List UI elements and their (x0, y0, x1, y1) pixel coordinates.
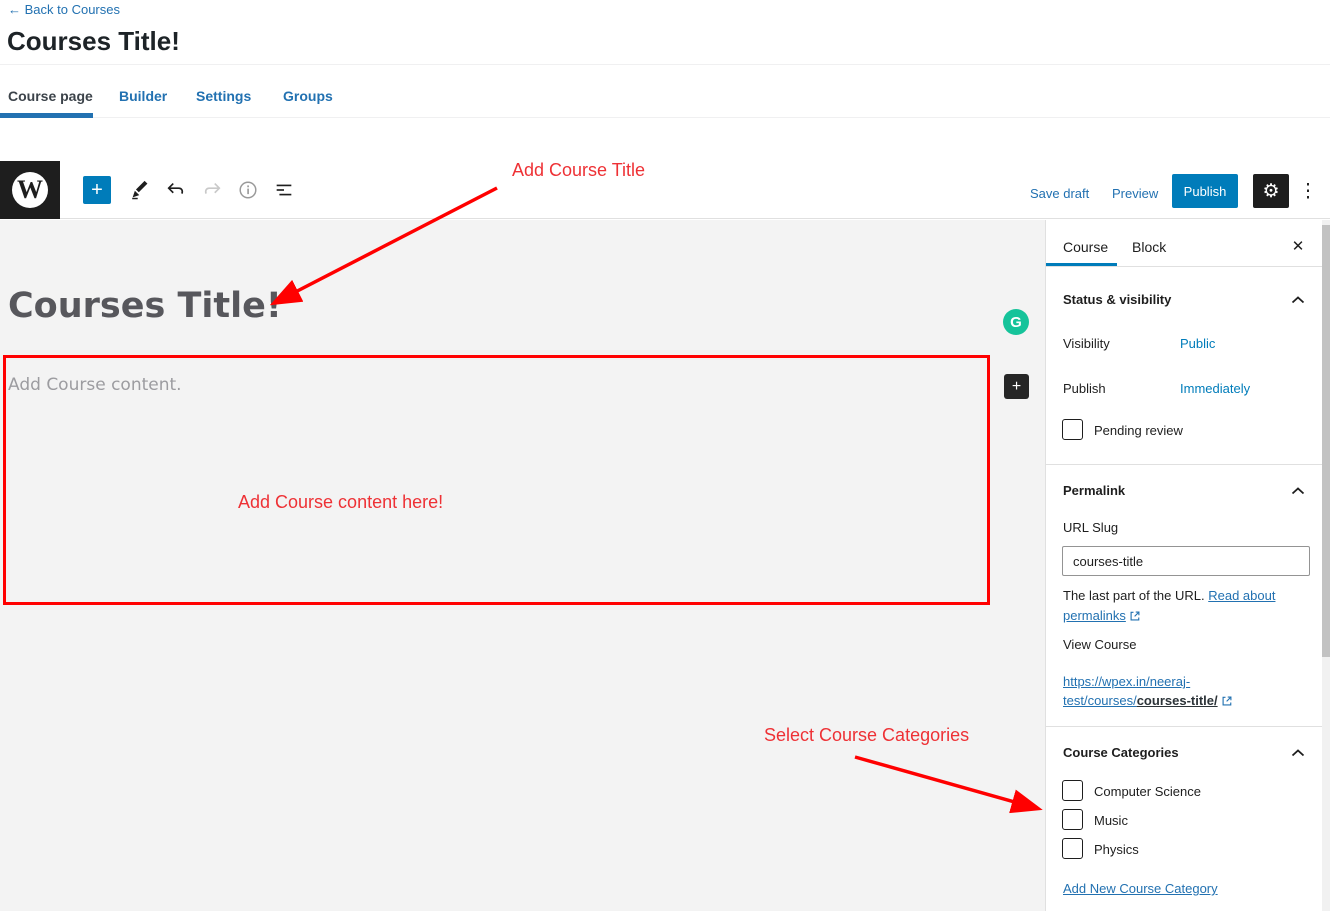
list-view-button[interactable] (270, 176, 298, 204)
add-block-button[interactable]: + (1004, 374, 1029, 399)
category-label: Music (1094, 813, 1128, 828)
category-checkbox-computer-science[interactable] (1062, 780, 1083, 801)
wordpress-logo-icon: W (12, 172, 48, 208)
back-to-courses-link[interactable]: ← Back to Courses (8, 2, 120, 17)
block-inserter-button[interactable]: + (83, 176, 111, 204)
close-sidebar-button[interactable]: ✕ (1286, 234, 1310, 258)
settings-sidebar: Course Block ✕ Status & visibility Visib… (1045, 220, 1330, 911)
undo-icon (165, 179, 187, 201)
helper-text: The last part of the URL. (1063, 588, 1208, 603)
external-link-icon (1129, 608, 1141, 628)
grammarly-button[interactable]: G (1003, 309, 1029, 335)
publish-button[interactable]: Publish (1172, 174, 1238, 208)
course-title-field[interactable]: Courses Title! (8, 286, 282, 326)
course-url-line2[interactable]: test/courses/ (1063, 693, 1137, 708)
url-slug-label: URL Slug (1063, 520, 1118, 535)
course-editor-screen: ← Back to Courses Courses Title! Course … (0, 0, 1330, 911)
active-tab-underline (0, 113, 93, 118)
settings-button[interactable]: ⚙ (1253, 174, 1289, 208)
editor-canvas[interactable]: Courses Title! G Add Course content. + (0, 220, 1045, 911)
undo-button[interactable] (162, 176, 190, 204)
category-checkbox-physics[interactable] (1062, 838, 1083, 859)
view-course-label: View Course (1063, 637, 1136, 652)
sidebar-tab-course[interactable]: Course (1063, 239, 1108, 255)
info-icon (237, 179, 259, 201)
sidebar-tabrow-border (1046, 266, 1330, 267)
close-icon: ✕ (1292, 237, 1305, 255)
status-collapse-button[interactable] (1286, 292, 1310, 308)
chevron-up-icon (1291, 295, 1305, 305)
category-label: Physics (1094, 842, 1139, 857)
category-checkbox-music[interactable] (1062, 809, 1083, 830)
course-url-line1[interactable]: https://wpex.in/neeraj- (1063, 674, 1190, 689)
categories-collapse-button[interactable] (1286, 745, 1310, 761)
publish-value-link[interactable]: Immediately (1180, 381, 1250, 396)
visibility-label: Visibility (1063, 336, 1110, 351)
tab-groups[interactable]: Groups (283, 88, 333, 104)
more-options-button[interactable]: ⋮ (1296, 174, 1320, 208)
section-divider (1046, 726, 1322, 727)
sidebar-tab-block[interactable]: Block (1132, 239, 1166, 255)
category-label: Computer Science (1094, 784, 1201, 799)
grammarly-icon: G (1010, 314, 1022, 331)
course-url-slug[interactable]: courses-title/ (1137, 693, 1218, 708)
redo-button[interactable] (198, 176, 226, 204)
pending-review-label: Pending review (1094, 423, 1183, 438)
chevron-up-icon (1291, 748, 1305, 758)
sidebar-scrollbar-track[interactable] (1322, 220, 1330, 911)
permalink-helper-text: The last part of the URL. Read about per… (1063, 586, 1297, 628)
wordpress-logo-button[interactable]: W (0, 161, 60, 219)
chevron-up-icon (1291, 486, 1305, 496)
tab-row-divider (0, 117, 1330, 118)
course-content-placeholder[interactable]: Add Course content. (8, 375, 182, 395)
permalink-collapse-button[interactable] (1286, 483, 1310, 499)
add-new-course-category-link[interactable]: Add New Course Category (1063, 881, 1218, 896)
gear-icon: ⚙ (1262, 180, 1279, 203)
tab-course-page[interactable]: Course page (8, 88, 93, 104)
external-link-icon (1221, 693, 1233, 712)
details-button[interactable] (234, 176, 262, 204)
edit-tool-button[interactable] (126, 176, 154, 204)
header-divider (0, 64, 1330, 65)
list-view-icon (273, 179, 295, 201)
tab-builder[interactable]: Builder (119, 88, 167, 104)
redo-icon (201, 179, 223, 201)
plus-icon: + (1012, 378, 1021, 396)
visibility-value-link[interactable]: Public (1180, 336, 1215, 351)
course-url-link[interactable]: https://wpex.in/neeraj- test/courses/cou… (1063, 672, 1297, 712)
page-title: Courses Title! (7, 26, 180, 57)
plus-icon: + (91, 179, 103, 202)
permalink-heading[interactable]: Permalink (1063, 483, 1125, 498)
url-slug-input[interactable] (1062, 546, 1310, 576)
tab-settings[interactable]: Settings (196, 88, 251, 104)
section-divider (1046, 464, 1322, 465)
pencil-icon (129, 179, 151, 201)
kebab-menu-icon: ⋮ (1299, 180, 1318, 203)
course-categories-heading[interactable]: Course Categories (1063, 745, 1179, 760)
pending-review-checkbox[interactable] (1062, 419, 1083, 440)
save-draft-button[interactable]: Save draft (1030, 186, 1089, 201)
sidebar-scrollbar-thumb[interactable] (1322, 225, 1330, 657)
publish-label: Publish (1063, 381, 1106, 396)
status-visibility-heading[interactable]: Status & visibility (1063, 292, 1171, 307)
preview-button[interactable]: Preview (1112, 186, 1158, 201)
